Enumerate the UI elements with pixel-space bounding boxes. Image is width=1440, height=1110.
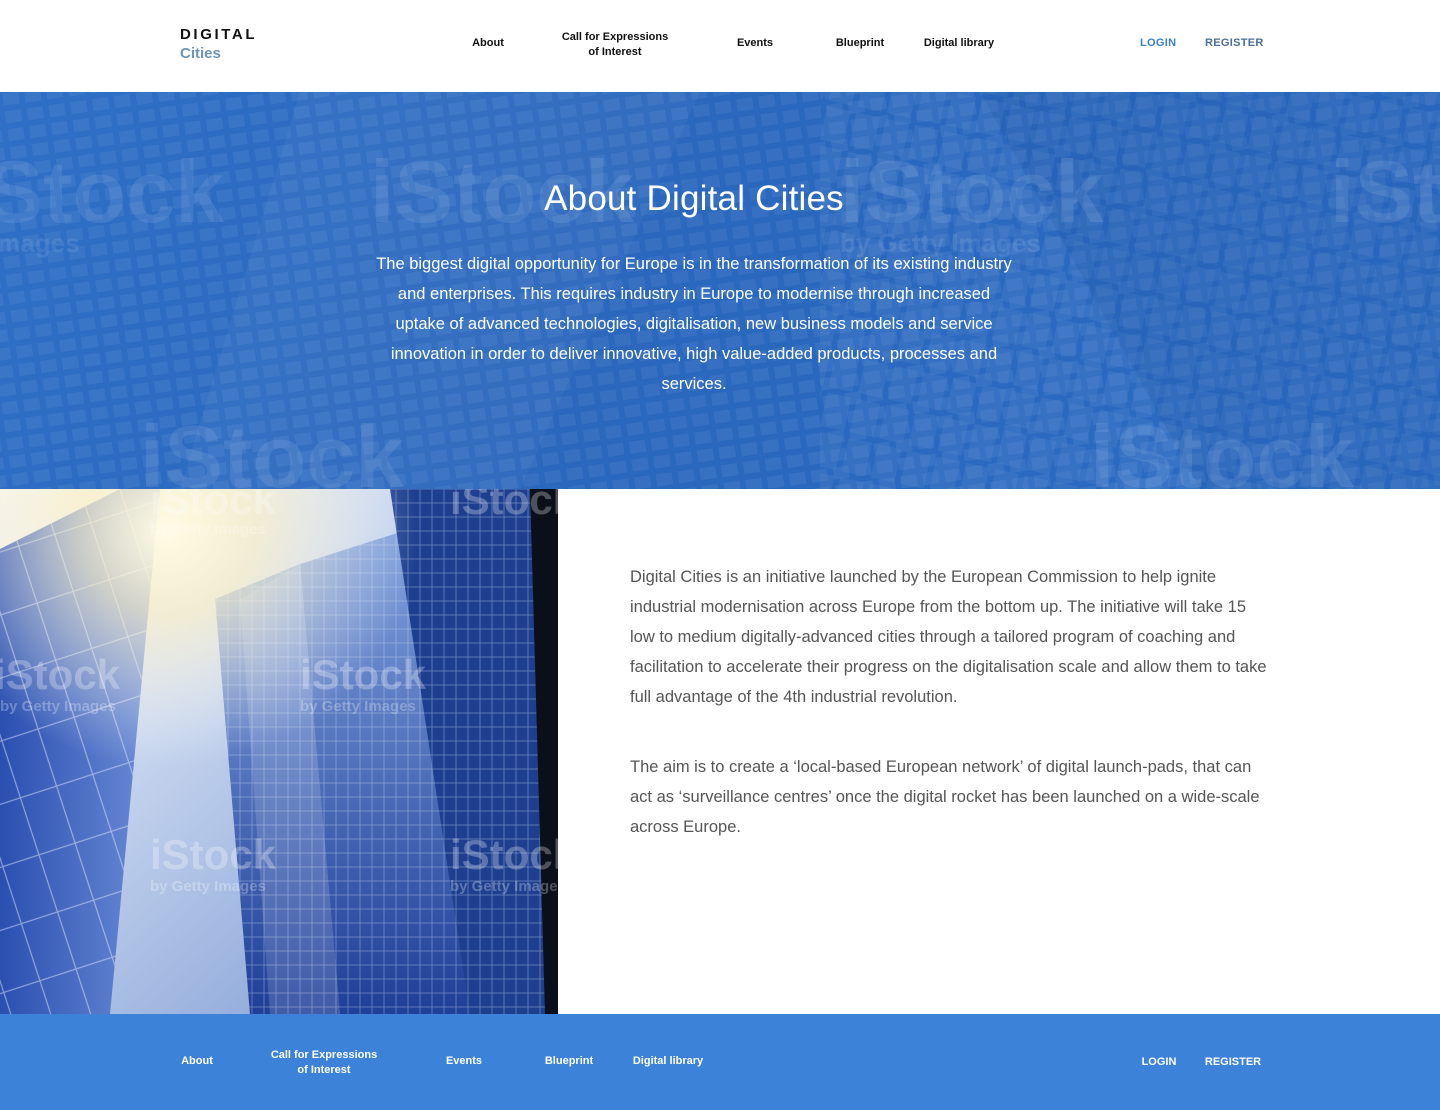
footer-nav-blueprint[interactable]: Blueprint	[539, 1054, 599, 1069]
watermark-brand: iStock	[150, 489, 277, 523]
footer-nav-events[interactable]: Events	[439, 1054, 489, 1069]
svg-text:by Getty Images: by Getty Images	[0, 698, 116, 715]
about-paragraph-2: The aim is to create a ‘local-based Euro…	[630, 758, 1260, 836]
footer-call-line2: of Interest	[297, 1064, 351, 1076]
svg-text:by Getty Images: by Getty Images	[450, 878, 558, 895]
logo-line-cities: Cities	[180, 45, 221, 62]
nav-call-line2: of Interest	[588, 46, 642, 58]
svg-text:iStock: iStock	[150, 831, 277, 878]
nav-call-for-expressions[interactable]: Call for Expressions of Interest	[555, 30, 675, 60]
skyscraper-image: iStock by Getty Images iStock iStock by …	[0, 489, 558, 1014]
skyscraper-photo: iStock by Getty Images iStock iStock by …	[0, 489, 558, 1014]
login-link[interactable]: LOGIN	[1140, 37, 1176, 49]
footer-call-line1: Call for Expressions	[270, 1049, 378, 1061]
page-title: About Digital Cities	[544, 179, 844, 218]
nav-events[interactable]: Events	[730, 36, 780, 51]
svg-text:iStock: iStock	[450, 489, 558, 523]
svg-text:iStock: iStock	[1090, 407, 1355, 489]
site-footer: About Call for Expressions of Interest E…	[0, 1014, 1440, 1110]
about-content: Digital Cities is an initiative launched…	[630, 562, 1270, 842]
svg-text:iStock: iStock	[140, 407, 405, 489]
nav-digital-library[interactable]: Digital library	[918, 36, 1000, 51]
hero-intro-text: The biggest digital opportunity for Euro…	[376, 255, 1012, 393]
svg-text:Images: Images	[0, 228, 80, 258]
logo-line-digital: DIGITAL	[180, 26, 258, 43]
about-paragraph-1: Digital Cities is an initiative launched…	[630, 568, 1267, 706]
footer-nav-call-for-expressions[interactable]: Call for Expressions of Interest	[264, 1048, 384, 1078]
svg-text:iStock: iStock	[450, 831, 558, 878]
svg-text:by Getty Images: by Getty Images	[300, 698, 416, 715]
hero-banner: iStock Images iStock iStock by Getty Ima…	[0, 92, 1440, 489]
nav-about[interactable]: About	[468, 36, 508, 51]
site-header: DIGITAL Cities About Call for Expression…	[0, 0, 1440, 92]
svg-text:iStock: iStock	[300, 651, 427, 698]
logo[interactable]: DIGITAL Cities	[180, 27, 257, 61]
nav-call-line1: Call for Expressions	[561, 31, 669, 43]
svg-text:iStock: iStock	[0, 651, 121, 698]
svg-text:by Getty Images: by Getty Images	[150, 878, 266, 895]
footer-nav-digital-library[interactable]: Digital library	[626, 1054, 710, 1069]
register-link[interactable]: REGISTER	[1205, 37, 1264, 49]
watermark-credit: by Getty Images	[150, 521, 266, 538]
nav-blueprint[interactable]: Blueprint	[830, 36, 890, 51]
footer-nav-about[interactable]: About	[175, 1054, 219, 1069]
footer-login-link[interactable]: LOGIN	[1138, 1055, 1180, 1070]
footer-register-link[interactable]: REGISTER	[1203, 1055, 1263, 1070]
